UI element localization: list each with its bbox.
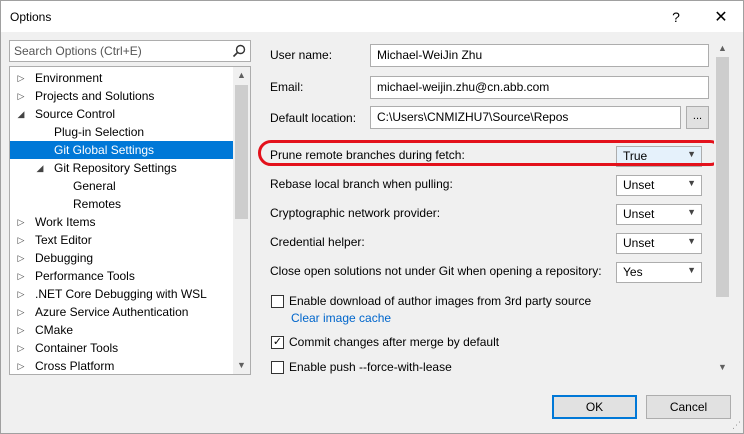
search-icon[interactable] <box>232 44 246 58</box>
options-dialog: Options ? ✕ Search Options (Ctrl+E) ▷ Env… <box>0 0 744 434</box>
chevron-down-icon[interactable]: ▼ <box>687 207 696 217</box>
tree-item-label: Environment <box>35 71 103 85</box>
tree-item[interactable]: ▷ Environment <box>10 69 234 87</box>
checkbox-unchecked[interactable] <box>271 295 284 308</box>
tree-item-label: Remotes <box>73 197 122 211</box>
setting-dropdown[interactable]: Unset ▼ <box>616 175 702 196</box>
collapsed-arrow-icon[interactable]: ▷ <box>16 213 26 231</box>
collapsed-arrow-icon[interactable]: ▷ <box>16 357 26 374</box>
collapsed-arrow-icon[interactable]: ▷ <box>16 69 26 87</box>
default-location-field[interactable]: C:\Users\CNMIZHU7\Source\Repos <box>370 106 681 129</box>
collapsed-arrow-icon[interactable]: ▷ <box>16 339 26 357</box>
email-field[interactable]: michael-weijin.zhu@cn.abb.com <box>370 76 709 99</box>
user-name-field[interactable]: Michael-WeiJin Zhu <box>370 44 709 67</box>
setting-label: Cryptographic network provider: <box>270 206 441 220</box>
default-location-label: Default location: <box>270 111 357 125</box>
tree-item-label: Work Items <box>35 215 96 229</box>
tree-item[interactable]: ▷ Text Editor <box>10 231 234 249</box>
tree-item-label: Azure Service Authentication <box>35 305 189 319</box>
tree-item[interactable]: Git Global Settings <box>10 141 234 159</box>
tree-item[interactable]: Remotes <box>10 195 234 213</box>
scroll-up-arrow-icon[interactable]: ▲ <box>714 40 731 57</box>
tree-item-label: .NET Core Debugging with WSL <box>35 287 207 301</box>
tree-item[interactable]: ▷ Azure Service Authentication <box>10 303 234 321</box>
tree-item[interactable]: ▷ Performance Tools <box>10 267 234 285</box>
tree-item-label: Performance Tools <box>35 269 135 283</box>
setting-dropdown[interactable]: Yes ▼ <box>616 262 702 283</box>
tree-item[interactable]: Plug-in Selection <box>10 123 234 141</box>
clear-image-cache-link[interactable]: Clear image cache <box>291 311 391 325</box>
tree-item-label: Git Repository Settings <box>54 161 177 175</box>
setting-label: Rebase local branch when pulling: <box>270 177 453 191</box>
window-title: Options <box>10 10 52 24</box>
tree-item-label: Git Global Settings <box>54 143 155 157</box>
user-name-label: User name: <box>270 48 333 62</box>
title-bar: Options ? ✕ <box>1 1 743 32</box>
tree-item-label: Debugging <box>35 251 94 265</box>
dropdown-value: Unset <box>623 207 655 221</box>
checkbox-label[interactable]: Enable download of author images from 3r… <box>289 294 591 308</box>
email-label: Email: <box>270 80 304 94</box>
checkbox-label[interactable]: Enable push --force-with-lease <box>289 360 452 374</box>
chevron-down-icon[interactable]: ▼ <box>687 178 696 188</box>
tree-item-label: Cross Platform <box>35 359 115 373</box>
collapsed-arrow-icon[interactable]: ▷ <box>16 231 26 249</box>
scroll-thumb[interactable] <box>716 57 729 297</box>
tree-item[interactable]: ▷ Cross Platform <box>10 357 234 374</box>
collapsed-arrow-icon[interactable]: ▷ <box>16 303 26 321</box>
expanded-arrow-icon[interactable]: ◢ <box>16 105 26 123</box>
tree-item-label: General <box>73 179 116 193</box>
tree-item[interactable]: ▷ CMake <box>10 321 234 339</box>
resize-grip-icon[interactable]: ⋰ <box>732 420 741 431</box>
scroll-thumb[interactable] <box>235 85 248 219</box>
checkbox-label[interactable]: Commit changes after merge by default <box>289 335 499 349</box>
help-button[interactable]: ? <box>653 1 699 32</box>
settings-scrollbar[interactable]: ▲ ▼ <box>714 40 731 376</box>
collapsed-arrow-icon[interactable]: ▷ <box>16 321 26 339</box>
tree-item[interactable]: ◢ Source Control <box>10 105 234 123</box>
dropdown-value: Yes <box>623 265 643 279</box>
tree-item[interactable]: ▷ Work Items <box>10 213 234 231</box>
search-options-input[interactable]: Search Options (Ctrl+E) <box>9 40 251 62</box>
tree-item[interactable]: ▷ Container Tools <box>10 339 234 357</box>
tree-item-label: Container Tools <box>35 341 119 355</box>
cancel-button[interactable]: Cancel <box>646 395 731 419</box>
tree-item-label: Plug-in Selection <box>54 125 145 139</box>
scroll-down-arrow-icon[interactable]: ▼ <box>233 357 250 374</box>
setting-dropdown[interactable]: Unset ▼ <box>616 204 702 225</box>
tree-item[interactable]: ▷ .NET Core Debugging with WSL <box>10 285 234 303</box>
setting-label: Credential helper: <box>270 235 365 249</box>
collapsed-arrow-icon[interactable]: ▷ <box>16 267 26 285</box>
dropdown-value: Unset <box>623 178 655 192</box>
dropdown-value: Unset <box>623 236 655 250</box>
tree-item-label: Text Editor <box>35 233 92 247</box>
ok-button[interactable]: OK <box>552 395 637 419</box>
tree-item[interactable]: General <box>10 177 234 195</box>
close-button[interactable]: ✕ <box>698 1 744 32</box>
collapsed-arrow-icon[interactable]: ▷ <box>16 285 26 303</box>
setting-label: Close open solutions not under Git when … <box>270 264 602 278</box>
tree-item-label: Source Control <box>35 107 116 121</box>
checkbox-unchecked[interactable] <box>271 361 284 374</box>
tree-item-label: CMake <box>35 323 74 337</box>
tree-item[interactable]: ▷ Projects and Solutions <box>10 87 234 105</box>
tree-item[interactable]: ◢ Git Repository Settings <box>10 159 234 177</box>
browse-button[interactable]: ... <box>686 106 709 129</box>
expanded-arrow-icon[interactable]: ◢ <box>35 159 45 177</box>
collapsed-arrow-icon[interactable]: ▷ <box>16 249 26 267</box>
checkbox-checked[interactable]: ✓ <box>271 336 284 349</box>
search-placeholder: Search Options (Ctrl+E) <box>14 44 142 58</box>
tree-item-label: Projects and Solutions <box>35 89 155 103</box>
setting-dropdown[interactable]: Unset ▼ <box>616 233 702 254</box>
tree-scrollbar[interactable]: ▲ ▼ <box>233 67 250 374</box>
annotation-highlight-ring <box>258 140 723 166</box>
chevron-down-icon[interactable]: ▼ <box>687 265 696 275</box>
chevron-down-icon[interactable]: ▼ <box>687 236 696 246</box>
collapsed-arrow-icon[interactable]: ▷ <box>16 87 26 105</box>
options-tree: ▷ Environment ▷ Projects and Solutions ◢ Sour… <box>9 66 251 375</box>
scroll-down-arrow-icon[interactable]: ▼ <box>714 359 731 376</box>
scroll-up-arrow-icon[interactable]: ▲ <box>233 67 250 84</box>
tree-item[interactable]: ▷ Debugging <box>10 249 234 267</box>
